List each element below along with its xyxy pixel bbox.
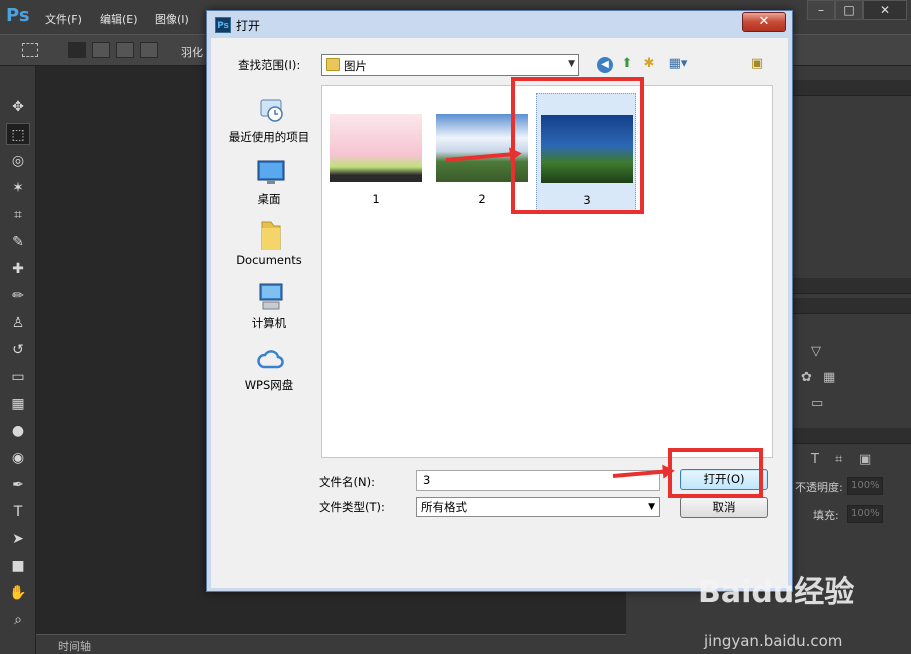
back-icon[interactable]: ◀: [595, 54, 615, 74]
file-item[interactable]: 1: [326, 93, 426, 211]
marquee-tool-icon[interactable]: ⬚: [6, 123, 30, 145]
places-bar: 最近使用的项目 桌面 Documents 计算机 WPS网盘: [219, 86, 319, 466]
close-button[interactable]: ✕: [863, 0, 907, 20]
file-thumbnail: [330, 114, 422, 182]
watermark-url: jingyan.baidu.com: [704, 632, 843, 650]
recent-items-icon: [260, 99, 283, 122]
wps-cloud-icon: [257, 350, 284, 369]
highlight-box-selected-file: [511, 77, 644, 214]
timeline-panel: 时间轴: [36, 634, 626, 654]
up-folder-icon[interactable]: ⬆: [617, 54, 637, 74]
path-selection-tool-icon[interactable]: ➤: [6, 528, 30, 550]
panel-header: [793, 428, 911, 444]
menu-edit[interactable]: 编辑(E): [100, 11, 138, 27]
gradient-map-icon[interactable]: ▭: [811, 396, 823, 411]
opacity-field[interactable]: 100%: [847, 477, 883, 495]
smart-object-filter-icon[interactable]: ▣: [859, 452, 871, 467]
panel-header: [793, 298, 911, 314]
pen-tool-icon[interactable]: ✒: [6, 474, 30, 496]
opacity-label: 不透明度:: [795, 481, 843, 494]
chevron-down-icon: ▼: [568, 59, 575, 69]
dodge-tool-icon[interactable]: ◉: [6, 447, 30, 469]
folder-icon: [326, 58, 340, 71]
place-label: Documents: [236, 253, 302, 267]
file-label: 1: [372, 192, 380, 206]
right-panels: ▽ ✿ ▦ ▭ T ⌗ ▣ 不透明度: 100% 填充: 100%: [793, 66, 911, 654]
lasso-tool-icon[interactable]: ◎: [6, 150, 30, 172]
maximize-button[interactable]: □: [835, 0, 863, 20]
tools-panel: ✥ ⬚ ◎ ✶ ⌗ ✎ ✚ ✏ ♙ ↺ ▭ ▦ ● ◉ ✒ T ➤ ■ ✋ ⌕: [0, 66, 36, 654]
fill-label: 填充:: [813, 509, 839, 522]
place-label: WPS网盘: [244, 378, 294, 392]
grid-icon[interactable]: ▦: [823, 370, 835, 385]
place-label: 桌面: [257, 192, 281, 206]
history-brush-tool-icon[interactable]: ↺: [6, 339, 30, 361]
type-tool-icon[interactable]: T: [6, 501, 30, 523]
place-label: 最近使用的项目: [228, 130, 310, 144]
cancel-button[interactable]: 取消: [680, 497, 768, 518]
look-in-dropdown[interactable]: 图片 ▼: [321, 54, 579, 76]
type-layer-filter-icon[interactable]: T: [811, 452, 819, 467]
feather-label: 羽化: [181, 46, 203, 59]
subtract-selection-icon[interactable]: [116, 42, 134, 58]
place-computer[interactable]: 计算机: [219, 282, 319, 338]
open-dialog: Ps 打开 ✕ 查找范围(I): 图片 ▼ ◀ ⬆ ✱ ▦▾ ▣ 最近使用的项目: [206, 10, 793, 592]
place-recent[interactable]: 最近使用的项目: [219, 96, 319, 152]
fill-field[interactable]: 100%: [847, 505, 883, 523]
zoom-tool-icon[interactable]: ⌕: [6, 609, 30, 631]
crop-tool-icon[interactable]: ⌗: [6, 204, 30, 226]
look-in-value: 图片: [344, 59, 367, 73]
brush-tool-icon[interactable]: ✏: [6, 285, 30, 307]
adjustment-triangle-icon[interactable]: ▽: [811, 344, 821, 359]
chevron-down-icon: ▼: [648, 502, 655, 512]
eraser-tool-icon[interactable]: ▭: [6, 366, 30, 388]
highlight-box-open-button: [668, 448, 763, 498]
folder-star-icon[interactable]: ▣: [747, 54, 767, 74]
filename-label: 文件名(N):: [319, 475, 375, 489]
panel-header: [793, 278, 911, 294]
view-menu-icon[interactable]: ▦▾: [663, 54, 693, 74]
menu-file[interactable]: 文件(F): [45, 11, 82, 27]
dialog-body: 查找范围(I): 图片 ▼ ◀ ⬆ ✱ ▦▾ ▣ 最近使用的项目 桌面 Docu…: [211, 38, 788, 588]
window-controls: – □ ✕: [807, 0, 907, 20]
menu-image[interactable]: 图像(I): [155, 11, 189, 27]
ps-logo: Ps: [6, 5, 30, 26]
place-desktop[interactable]: 桌面: [219, 158, 319, 214]
timeline-label: 时间轴: [58, 640, 91, 653]
computer-icon: [259, 283, 283, 310]
shape-layer-filter-icon[interactable]: ⌗: [835, 452, 842, 467]
place-wps-cloud[interactable]: WPS网盘: [219, 344, 319, 400]
panel-header: [793, 80, 911, 96]
filetype-label: 文件类型(T):: [319, 500, 385, 514]
close-icon[interactable]: ✕: [742, 12, 786, 32]
channel-mixer-icon[interactable]: ✿: [801, 370, 812, 385]
stamp-tool-icon[interactable]: ♙: [6, 312, 30, 334]
blur-tool-icon[interactable]: ●: [6, 420, 30, 442]
documents-folder-icon: [261, 221, 281, 250]
ps-app-icon: Ps: [215, 17, 231, 33]
filetype-dropdown[interactable]: 所有格式 ▼: [416, 497, 660, 517]
dialog-title: 打开: [236, 19, 261, 33]
shape-tool-icon[interactable]: ■: [6, 555, 30, 577]
gradient-tool-icon[interactable]: ▦: [6, 393, 30, 415]
intersect-selection-icon[interactable]: [140, 42, 158, 58]
healing-brush-tool-icon[interactable]: ✚: [6, 258, 30, 280]
minimize-button[interactable]: –: [807, 0, 835, 20]
dialog-titlebar[interactable]: Ps 打开 ✕: [207, 11, 792, 37]
new-selection-icon[interactable]: [68, 42, 86, 58]
magic-wand-tool-icon[interactable]: ✶: [6, 177, 30, 199]
new-folder-icon[interactable]: ✱: [639, 54, 659, 74]
eyedropper-tool-icon[interactable]: ✎: [6, 231, 30, 253]
marquee-tool-preset-icon[interactable]: [22, 43, 38, 57]
move-tool-icon[interactable]: ✥: [6, 96, 30, 118]
hand-tool-icon[interactable]: ✋: [6, 582, 30, 604]
look-in-label: 查找范围(I):: [238, 58, 301, 72]
add-selection-icon[interactable]: [92, 42, 110, 58]
baidu-jingyan-watermark: Baidu经验: [698, 575, 855, 610]
place-label: 计算机: [251, 316, 287, 330]
filetype-value: 所有格式: [421, 500, 467, 514]
desktop-icon: [257, 160, 285, 184]
place-documents[interactable]: Documents: [219, 220, 319, 276]
